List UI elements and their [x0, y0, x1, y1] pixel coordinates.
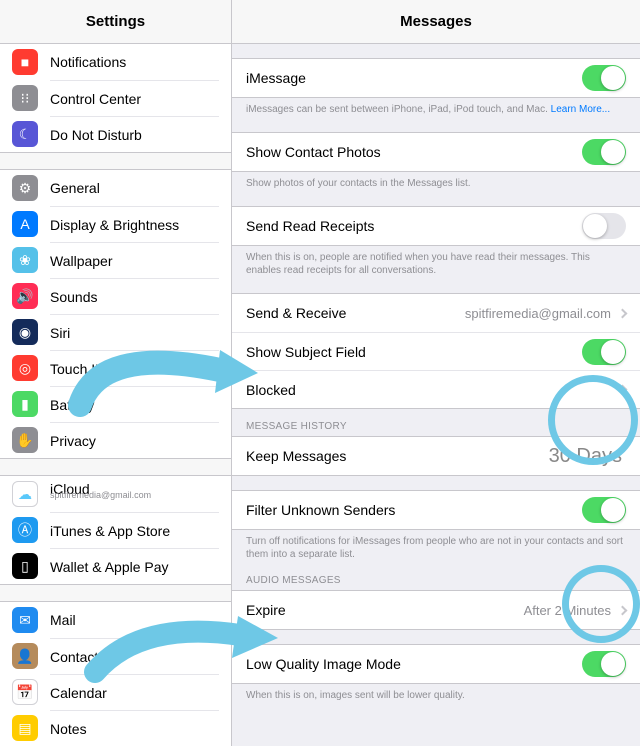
filter-unknown-row: Filter Unknown Senders — [232, 491, 640, 529]
calendar-icon: 📅 — [12, 679, 38, 705]
expire-label: Expire — [246, 602, 524, 618]
sidebar-title: Settings — [0, 0, 231, 44]
sidebar-item-mail[interactable]: ✉ Mail — [0, 602, 231, 638]
settings-sidebar: Settings ■Notifications⁝⁝Control Center☾… — [0, 0, 232, 746]
sidebar-item-wallet[interactable]: ▯ Wallet & Apple Pay — [0, 548, 231, 584]
expire-row[interactable]: Expire After 2 Minutes — [232, 591, 640, 629]
contacts-icon: 👤 — [12, 643, 38, 669]
show-subject-field-toggle[interactable] — [582, 339, 626, 365]
send-read-receipts-label: Send Read Receipts — [246, 218, 582, 234]
blocked-row[interactable]: Blocked — [232, 370, 640, 408]
notifications-icon: ■ — [12, 49, 38, 75]
low-quality-toggle[interactable] — [582, 651, 626, 677]
sidebar-item-label: Sounds — [50, 278, 219, 314]
chevron-right-icon — [618, 308, 628, 318]
sidebar-item-battery[interactable]: ▮ Battery — [0, 386, 231, 422]
send-receive-value: spitfiremedia@gmail.com — [465, 306, 611, 321]
sidebar-item-label: Contacts — [50, 638, 219, 674]
filter-unknown-toggle[interactable] — [582, 497, 626, 523]
imessage-footer: iMessages can be sent between iPhone, iP… — [232, 98, 640, 118]
sidebar-item-label: Touch ID & Passcode — [50, 350, 219, 386]
sidebar-item-label: Control Center — [50, 80, 219, 116]
chevron-right-icon — [618, 605, 628, 615]
sidebar-item-touchid[interactable]: ◎ Touch ID & Passcode — [0, 350, 231, 386]
keep-messages-row[interactable]: Keep Messages 30 Days — [232, 437, 640, 475]
sidebar-item-controlcenter[interactable]: ⁝⁝ Control Center — [0, 80, 231, 116]
filter-unknown-footer: Turn off notifications for iMessages fro… — [232, 530, 640, 563]
read-receipts-footer: When this is on, people are notified whe… — [232, 246, 640, 279]
sidebar-item-label: iTunes & App Store — [50, 512, 219, 548]
learn-more-link[interactable]: Learn More... — [551, 104, 610, 115]
sidebar-item-general[interactable]: ⚙ General — [0, 170, 231, 206]
audio-messages-title: AUDIO MESSAGES — [232, 563, 640, 590]
sounds-icon: 🔊 — [12, 283, 38, 309]
sidebar-item-label: Calendar — [50, 674, 219, 710]
show-contact-photos-toggle[interactable] — [582, 139, 626, 165]
show-contact-photos-label: Show Contact Photos — [246, 144, 582, 160]
low-quality-label: Low Quality Image Mode — [246, 656, 582, 672]
low-quality-footer: When this is on, images sent will be low… — [232, 684, 640, 704]
imessage-label: iMessage — [246, 70, 582, 86]
sidebar-item-label: Siri — [50, 314, 219, 350]
message-history-title: MESSAGE HISTORY — [232, 409, 640, 436]
send-read-receipts-row: Send Read Receipts — [232, 207, 640, 245]
low-quality-row: Low Quality Image Mode — [232, 645, 640, 683]
keep-messages-label: Keep Messages — [246, 448, 549, 464]
sidebar-item-sounds[interactable]: 🔊 Sounds — [0, 278, 231, 314]
contact-photos-footer: Show photos of your contacts in the Mess… — [232, 172, 640, 192]
sidebar-item-icloud[interactable]: ☁ iCloudspitfiremedia@gmail.com — [0, 476, 231, 512]
send-read-receipts-toggle[interactable] — [582, 213, 626, 239]
sidebar-item-label: Mail — [50, 602, 219, 638]
controlcenter-icon: ⁝⁝ — [12, 85, 38, 111]
wallpaper-icon: ❀ — [12, 247, 38, 273]
send-receive-row[interactable]: Send & Receive spitfiremedia@gmail.com — [232, 294, 640, 332]
chevron-right-icon — [618, 385, 628, 395]
dnd-icon: ☾ — [12, 121, 38, 147]
sidebar-item-siri[interactable]: ◉ Siri — [0, 314, 231, 350]
sidebar-item-label: Notifications — [50, 44, 219, 80]
sidebar-item-privacy[interactable]: ✋ Privacy — [0, 422, 231, 458]
messages-detail: Messages iMessage iMessages can be sent … — [232, 0, 640, 746]
detail-title: Messages — [232, 0, 640, 44]
wallet-icon: ▯ — [12, 553, 38, 579]
blocked-label: Blocked — [246, 382, 615, 398]
privacy-icon: ✋ — [12, 427, 38, 453]
sidebar-item-appstore[interactable]: ⒶiTunes & App Store — [0, 512, 231, 548]
expire-value: After 2 Minutes — [524, 603, 611, 618]
sidebar-item-label: Wallpaper — [50, 242, 219, 278]
show-subject-field-row: Show Subject Field — [232, 332, 640, 370]
sidebar-item-sublabel: spitfiremedia@gmail.com — [50, 490, 219, 500]
sidebar-item-notifications[interactable]: ■ Notifications — [0, 44, 231, 80]
battery-icon: ▮ — [12, 391, 38, 417]
sidebar-item-label: iCloudspitfiremedia@gmail.com — [50, 476, 219, 512]
icloud-icon: ☁ — [12, 481, 38, 507]
sidebar-item-notes[interactable]: ▤ Notes — [0, 710, 231, 746]
sidebar-item-label: Wallet & Apple Pay — [50, 548, 219, 584]
sidebar-item-label: Do Not Disturb — [50, 116, 219, 152]
send-receive-label: Send & Receive — [246, 305, 465, 321]
sidebar-item-contacts[interactable]: 👤 Contacts — [0, 638, 231, 674]
notes-icon: ▤ — [12, 715, 38, 741]
sidebar-item-label: Battery — [50, 386, 219, 422]
appstore-icon: Ⓐ — [12, 517, 38, 543]
mail-icon: ✉ — [12, 607, 38, 633]
imessage-row: iMessage — [232, 59, 640, 97]
show-contact-photos-row: Show Contact Photos — [232, 133, 640, 171]
sidebar-item-label: Display & Brightness — [50, 206, 219, 242]
keep-messages-value: 30 Days — [549, 445, 622, 468]
touchid-icon: ◎ — [12, 355, 38, 381]
sidebar-item-dnd[interactable]: ☾ Do Not Disturb — [0, 116, 231, 152]
sidebar-item-label: General — [50, 170, 219, 206]
sidebar-item-label: Notes — [50, 710, 219, 746]
show-subject-field-label: Show Subject Field — [246, 344, 582, 360]
siri-icon: ◉ — [12, 319, 38, 345]
imessage-toggle[interactable] — [582, 65, 626, 91]
display-icon: A — [12, 211, 38, 237]
sidebar-item-wallpaper[interactable]: ❀ Wallpaper — [0, 242, 231, 278]
general-icon: ⚙ — [12, 175, 38, 201]
sidebar-item-calendar[interactable]: 📅 Calendar — [0, 674, 231, 710]
sidebar-item-display[interactable]: A Display & Brightness — [0, 206, 231, 242]
sidebar-item-label: Privacy — [50, 422, 219, 458]
filter-unknown-label: Filter Unknown Senders — [246, 502, 582, 518]
